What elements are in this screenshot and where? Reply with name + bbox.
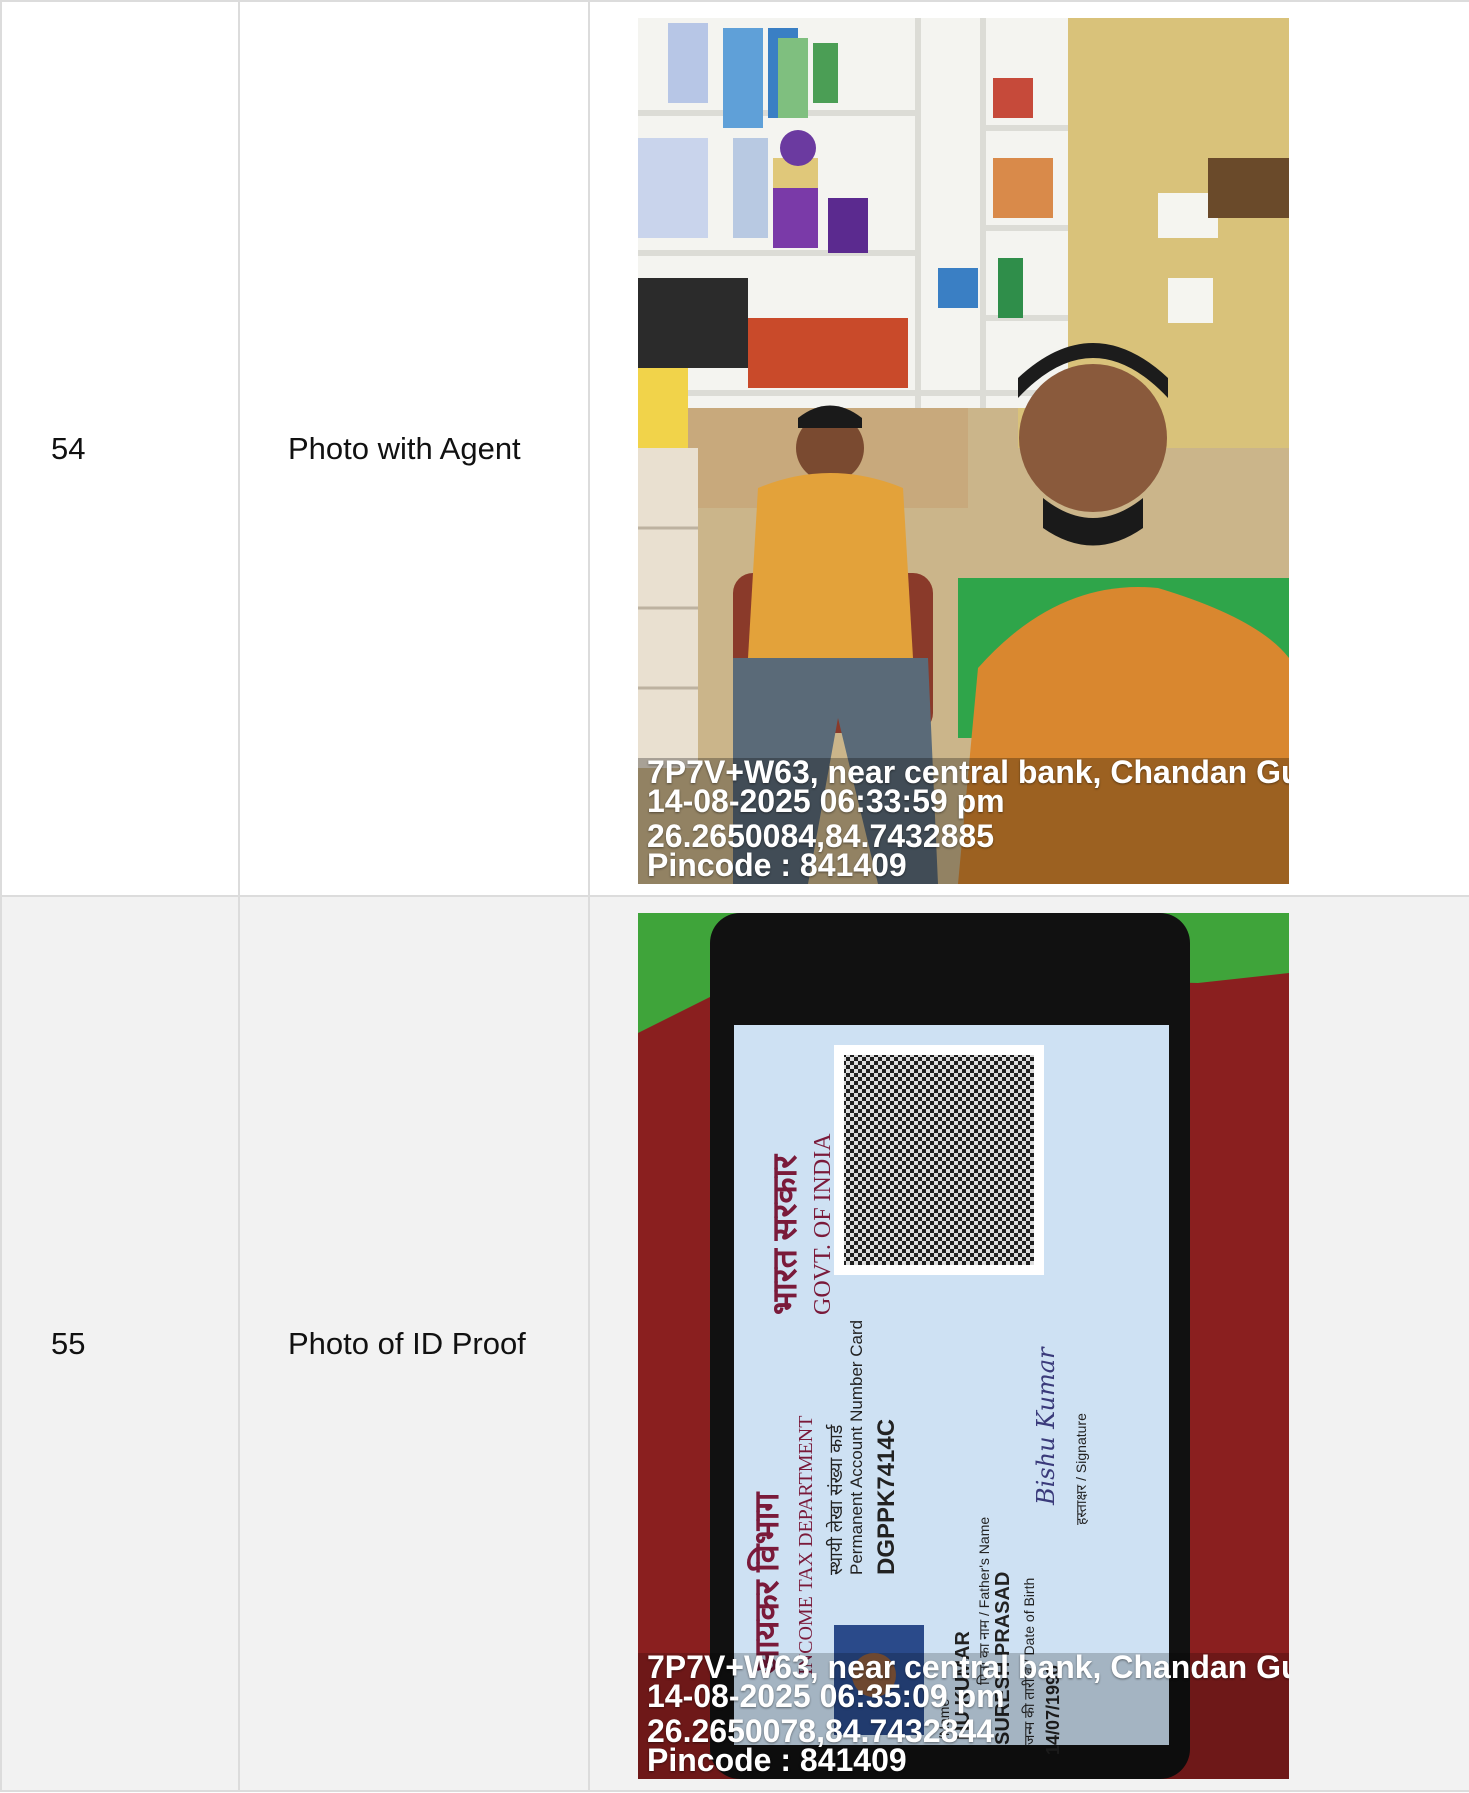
stamp-pincode: Pincode : 841409 bbox=[647, 847, 907, 883]
row-number-cell: 54 bbox=[0, 0, 240, 897]
row-label: Photo with Agent bbox=[288, 430, 521, 466]
photo-cell: आयकर विभाग भारत सरकार INCOME TAX DEPARTM… bbox=[588, 895, 1469, 1792]
row-number-cell: 55 bbox=[0, 895, 240, 1792]
id-proof-photo[interactable]: आयकर विभाग भारत सरकार INCOME TAX DEPARTM… bbox=[638, 913, 1289, 1779]
card-hindi-dept: आयकर विभाग bbox=[746, 1491, 786, 1675]
geo-stamp: 7P7V+W63, near central bank, Chandan Gup… bbox=[647, 1651, 1289, 1778]
geo-stamp: 7P7V+W63, near central bank, Chandan Gup… bbox=[647, 756, 1289, 883]
table-row: 55 Photo of ID Proof आयकर विभाग भारत सरक… bbox=[0, 895, 1469, 1792]
card-dept: INCOME TAX DEPARTMENT bbox=[795, 1416, 817, 1675]
stamp-datetime: 14-08-2025 06:33:59 pm bbox=[647, 783, 1005, 819]
card-govt: GOVT. OF INDIA bbox=[810, 1133, 836, 1315]
row-number: 54 bbox=[51, 430, 86, 466]
row-label-cell: Photo with Agent bbox=[238, 0, 590, 897]
row-number: 55 bbox=[51, 1325, 86, 1361]
card-hindi-govt: भारत सरकार bbox=[767, 1154, 804, 1315]
stamp-datetime: 14-08-2025 06:35:09 pm bbox=[647, 1678, 1005, 1714]
table-row: 54 Photo with Agent 7P7V+W63, near centr… bbox=[0, 0, 1469, 897]
card-pan-label-hindi: स्थायी लेखा संख्या कार्ड bbox=[825, 1424, 846, 1575]
verification-table: 54 Photo with Agent 7P7V+W63, near centr… bbox=[0, 0, 1469, 1792]
stamp-pincode: Pincode : 841409 bbox=[647, 1742, 907, 1778]
card-signature: Bishu Kumar bbox=[1032, 1346, 1060, 1506]
photo-cell: 7P7V+W63, near central bank, Chandan Gup… bbox=[588, 0, 1469, 897]
card-pan-number: DGPPK7414C bbox=[873, 1419, 900, 1575]
card-signature-label: हस्ताक्षर / Signature bbox=[1073, 1413, 1089, 1525]
agent-selfie-photo[interactable]: 7P7V+W63, near central bank, Chandan Gup… bbox=[638, 18, 1289, 884]
row-label-cell: Photo of ID Proof bbox=[238, 895, 590, 1792]
card-pan-label: Permanent Account Number Card bbox=[847, 1320, 866, 1575]
row-label: Photo of ID Proof bbox=[288, 1325, 526, 1361]
